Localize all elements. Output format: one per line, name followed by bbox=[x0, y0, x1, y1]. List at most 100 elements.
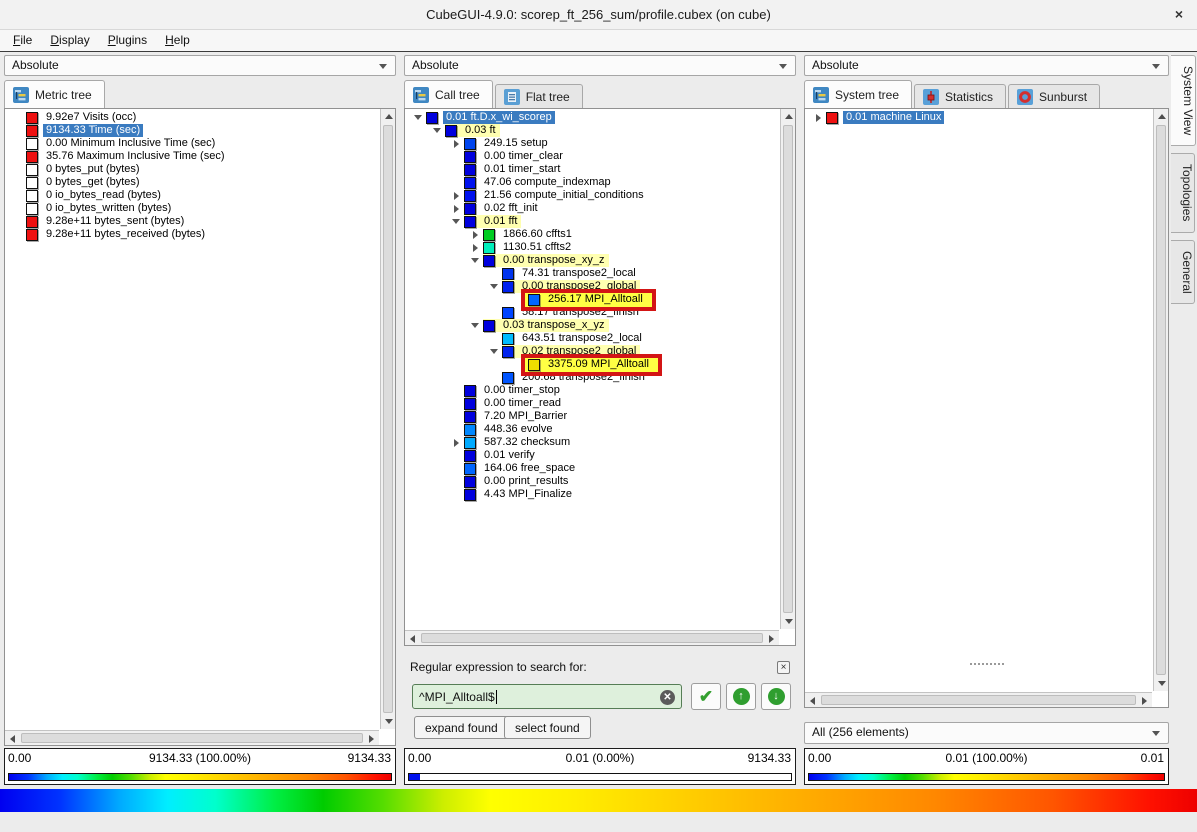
menu-help[interactable]: Help bbox=[156, 30, 199, 52]
node-label[interactable]: 0.01 verify bbox=[481, 449, 538, 462]
menu-plugins[interactable]: Plugins bbox=[99, 30, 156, 52]
tree-row[interactable]: 249.15 setup bbox=[406, 137, 779, 150]
tree-row[interactable]: 0 bytes_put (bytes) bbox=[6, 163, 379, 176]
menu-display[interactable]: Display bbox=[41, 30, 98, 52]
tree-row[interactable]: 0.00 print_results bbox=[406, 475, 779, 488]
node-label[interactable]: 0.01 ft.D.x_wi_scorep bbox=[443, 111, 555, 124]
clear-input-icon[interactable]: ✕ bbox=[660, 690, 675, 705]
tree-row[interactable]: 9.28e+11 bytes_sent (bytes) bbox=[6, 215, 379, 228]
tree-row[interactable]: 4.43 MPI_Finalize bbox=[406, 488, 779, 501]
scroll-up-icon[interactable] bbox=[1154, 109, 1169, 124]
node-label[interactable]: 0.01 timer_start bbox=[481, 163, 563, 176]
tree-row[interactable]: 0.01 fft bbox=[406, 215, 779, 228]
expander-collapse-icon[interactable] bbox=[410, 111, 426, 124]
scroll-down-icon[interactable] bbox=[1154, 676, 1169, 691]
scrollbar-thumb[interactable] bbox=[1156, 125, 1166, 675]
expand-found-button[interactable]: expand found bbox=[414, 716, 509, 739]
expander-expand-icon[interactable] bbox=[448, 202, 464, 215]
node-label[interactable]: 448.36 evolve bbox=[481, 423, 556, 436]
node-label[interactable]: 9.28e+11 bytes_received (bytes) bbox=[43, 228, 208, 241]
tree-row[interactable]: 164.06 free_space bbox=[406, 462, 779, 475]
tree-row[interactable]: 35.76 Maximum Inclusive Time (sec) bbox=[6, 150, 379, 163]
node-label[interactable]: 0.00 timer_stop bbox=[481, 384, 563, 397]
scroll-left-icon[interactable] bbox=[405, 631, 420, 646]
scrollbar-thumb[interactable] bbox=[821, 695, 1136, 705]
tab-flat-tree[interactable]: Flat tree bbox=[494, 84, 583, 108]
tree-row[interactable]: 0.01 ft.D.x_wi_scorep bbox=[406, 111, 779, 124]
node-label[interactable]: 4.43 MPI_Finalize bbox=[481, 488, 575, 501]
tree-row[interactable]: 0.00 timer_read bbox=[406, 397, 779, 410]
node-label[interactable]: 47.06 compute_indexmap bbox=[481, 176, 614, 189]
tree-row[interactable]: 3375.09 MPI_Alltoall bbox=[406, 353, 779, 376]
tree-row[interactable]: 47.06 compute_indexmap bbox=[406, 176, 779, 189]
expander-collapse-icon[interactable] bbox=[467, 319, 483, 332]
node-label[interactable]: 0 io_bytes_read (bytes) bbox=[43, 189, 164, 202]
tree-row[interactable]: 0.01 timer_start bbox=[406, 163, 779, 176]
node-label[interactable]: 164.06 free_space bbox=[481, 462, 578, 475]
scroll-right-icon[interactable] bbox=[364, 731, 379, 746]
tree-row[interactable]: 1130.51 cffts2 bbox=[406, 241, 779, 254]
side-tab-general[interactable]: General bbox=[1171, 239, 1195, 305]
node-label[interactable]: 9134.33 Time (sec) bbox=[43, 124, 144, 137]
node-label[interactable]: 3375.09 MPI_Alltoall bbox=[545, 358, 652, 371]
tree-row[interactable]: 0.01 verify bbox=[406, 449, 779, 462]
tree-row[interactable]: 0.01 machine Linux bbox=[806, 111, 1152, 124]
system-vertical-scrollbar[interactable] bbox=[1153, 109, 1168, 691]
expander-expand-icon[interactable] bbox=[448, 436, 464, 449]
select-found-button[interactable]: select found bbox=[504, 716, 591, 739]
tree-row[interactable]: 0.00 transpose_xy_z bbox=[406, 254, 779, 267]
node-label[interactable]: 0.00 transpose_xy_z bbox=[500, 254, 608, 267]
tree-row[interactable]: 74.31 transpose2_local bbox=[406, 267, 779, 280]
node-label[interactable]: 249.15 setup bbox=[481, 137, 551, 150]
node-label[interactable]: 0 io_bytes_written (bytes) bbox=[43, 202, 174, 215]
tree-row[interactable]: 7.20 MPI_Barrier bbox=[406, 410, 779, 423]
node-label[interactable]: 21.56 compute_initial_conditions bbox=[481, 189, 647, 202]
tree-row[interactable]: 9134.33 Time (sec) bbox=[6, 124, 379, 137]
tree-row[interactable]: 9.28e+11 bytes_received (bytes) bbox=[6, 228, 379, 241]
search-match-box[interactable]: 256.17 MPI_Alltoall bbox=[521, 288, 656, 311]
metric-vertical-scrollbar[interactable] bbox=[380, 109, 395, 729]
tab-sunburst[interactable]: Sunburst bbox=[1008, 84, 1101, 108]
tree-row[interactable]: 0.03 transpose_x_yz bbox=[406, 319, 779, 332]
expander-expand-icon[interactable] bbox=[448, 189, 464, 202]
tree-row[interactable]: 21.56 compute_initial_conditions bbox=[406, 189, 779, 202]
search-match-box[interactable]: 3375.09 MPI_Alltoall bbox=[521, 353, 662, 376]
search-previous-button[interactable]: ↑ bbox=[726, 683, 756, 710]
expander-expand-icon[interactable] bbox=[467, 228, 483, 241]
tree-row[interactable]: 0.00 Minimum Inclusive Time (sec) bbox=[6, 137, 379, 150]
tree-row[interactable]: 448.36 evolve bbox=[406, 423, 779, 436]
tree-row[interactable]: 0.02 fft_init bbox=[406, 202, 779, 215]
search-next-button[interactable]: ↓ bbox=[761, 683, 791, 710]
tab-statistics[interactable]: Statistics bbox=[914, 84, 1007, 108]
tab-call-tree[interactable]: Call tree bbox=[404, 80, 493, 108]
node-label[interactable]: 74.31 transpose2_local bbox=[519, 267, 639, 280]
scroll-right-icon[interactable] bbox=[764, 631, 779, 646]
window-close-button[interactable]: × bbox=[1175, 6, 1183, 22]
scroll-up-icon[interactable] bbox=[381, 109, 396, 124]
expander-collapse-icon[interactable] bbox=[486, 280, 502, 293]
scroll-left-icon[interactable] bbox=[5, 731, 20, 746]
node-label[interactable]: 0 bytes_get (bytes) bbox=[43, 176, 143, 189]
scroll-left-icon[interactable] bbox=[805, 693, 820, 708]
node-label[interactable]: 1866.60 cffts1 bbox=[500, 228, 575, 241]
node-label[interactable]: 0.01 fft bbox=[481, 215, 520, 228]
metric-value-mode-combobox[interactable]: Absolute bbox=[4, 55, 396, 76]
tree-row[interactable]: 9.92e7 Visits (occ) bbox=[6, 111, 379, 124]
node-label[interactable]: 0.02 fft_init bbox=[481, 202, 541, 215]
tree-row[interactable]: 1866.60 cffts1 bbox=[406, 228, 779, 241]
expander-collapse-icon[interactable] bbox=[467, 254, 483, 267]
metric-horizontal-scrollbar[interactable] bbox=[5, 730, 379, 745]
node-label[interactable]: 9.92e7 Visits (occ) bbox=[43, 111, 139, 124]
tree-row[interactable]: 0.00 timer_clear bbox=[406, 150, 779, 163]
call-value-mode-combobox[interactable]: Absolute bbox=[404, 55, 796, 76]
system-value-mode-combobox[interactable]: Absolute bbox=[804, 55, 1169, 76]
search-dismiss-icon[interactable]: × bbox=[777, 661, 790, 674]
tree-row[interactable]: 587.32 checksum bbox=[406, 436, 779, 449]
node-label[interactable]: 0 bytes_put (bytes) bbox=[43, 163, 143, 176]
tree-row[interactable]: 0 bytes_get (bytes) bbox=[6, 176, 379, 189]
search-confirm-button[interactable]: ✔ bbox=[691, 683, 721, 710]
node-label[interactable]: 0.03 ft bbox=[462, 124, 499, 137]
node-label[interactable]: 0.00 print_results bbox=[481, 475, 571, 488]
node-label[interactable]: 0.00 timer_read bbox=[481, 397, 564, 410]
splitter-handle[interactable] bbox=[969, 663, 1004, 665]
